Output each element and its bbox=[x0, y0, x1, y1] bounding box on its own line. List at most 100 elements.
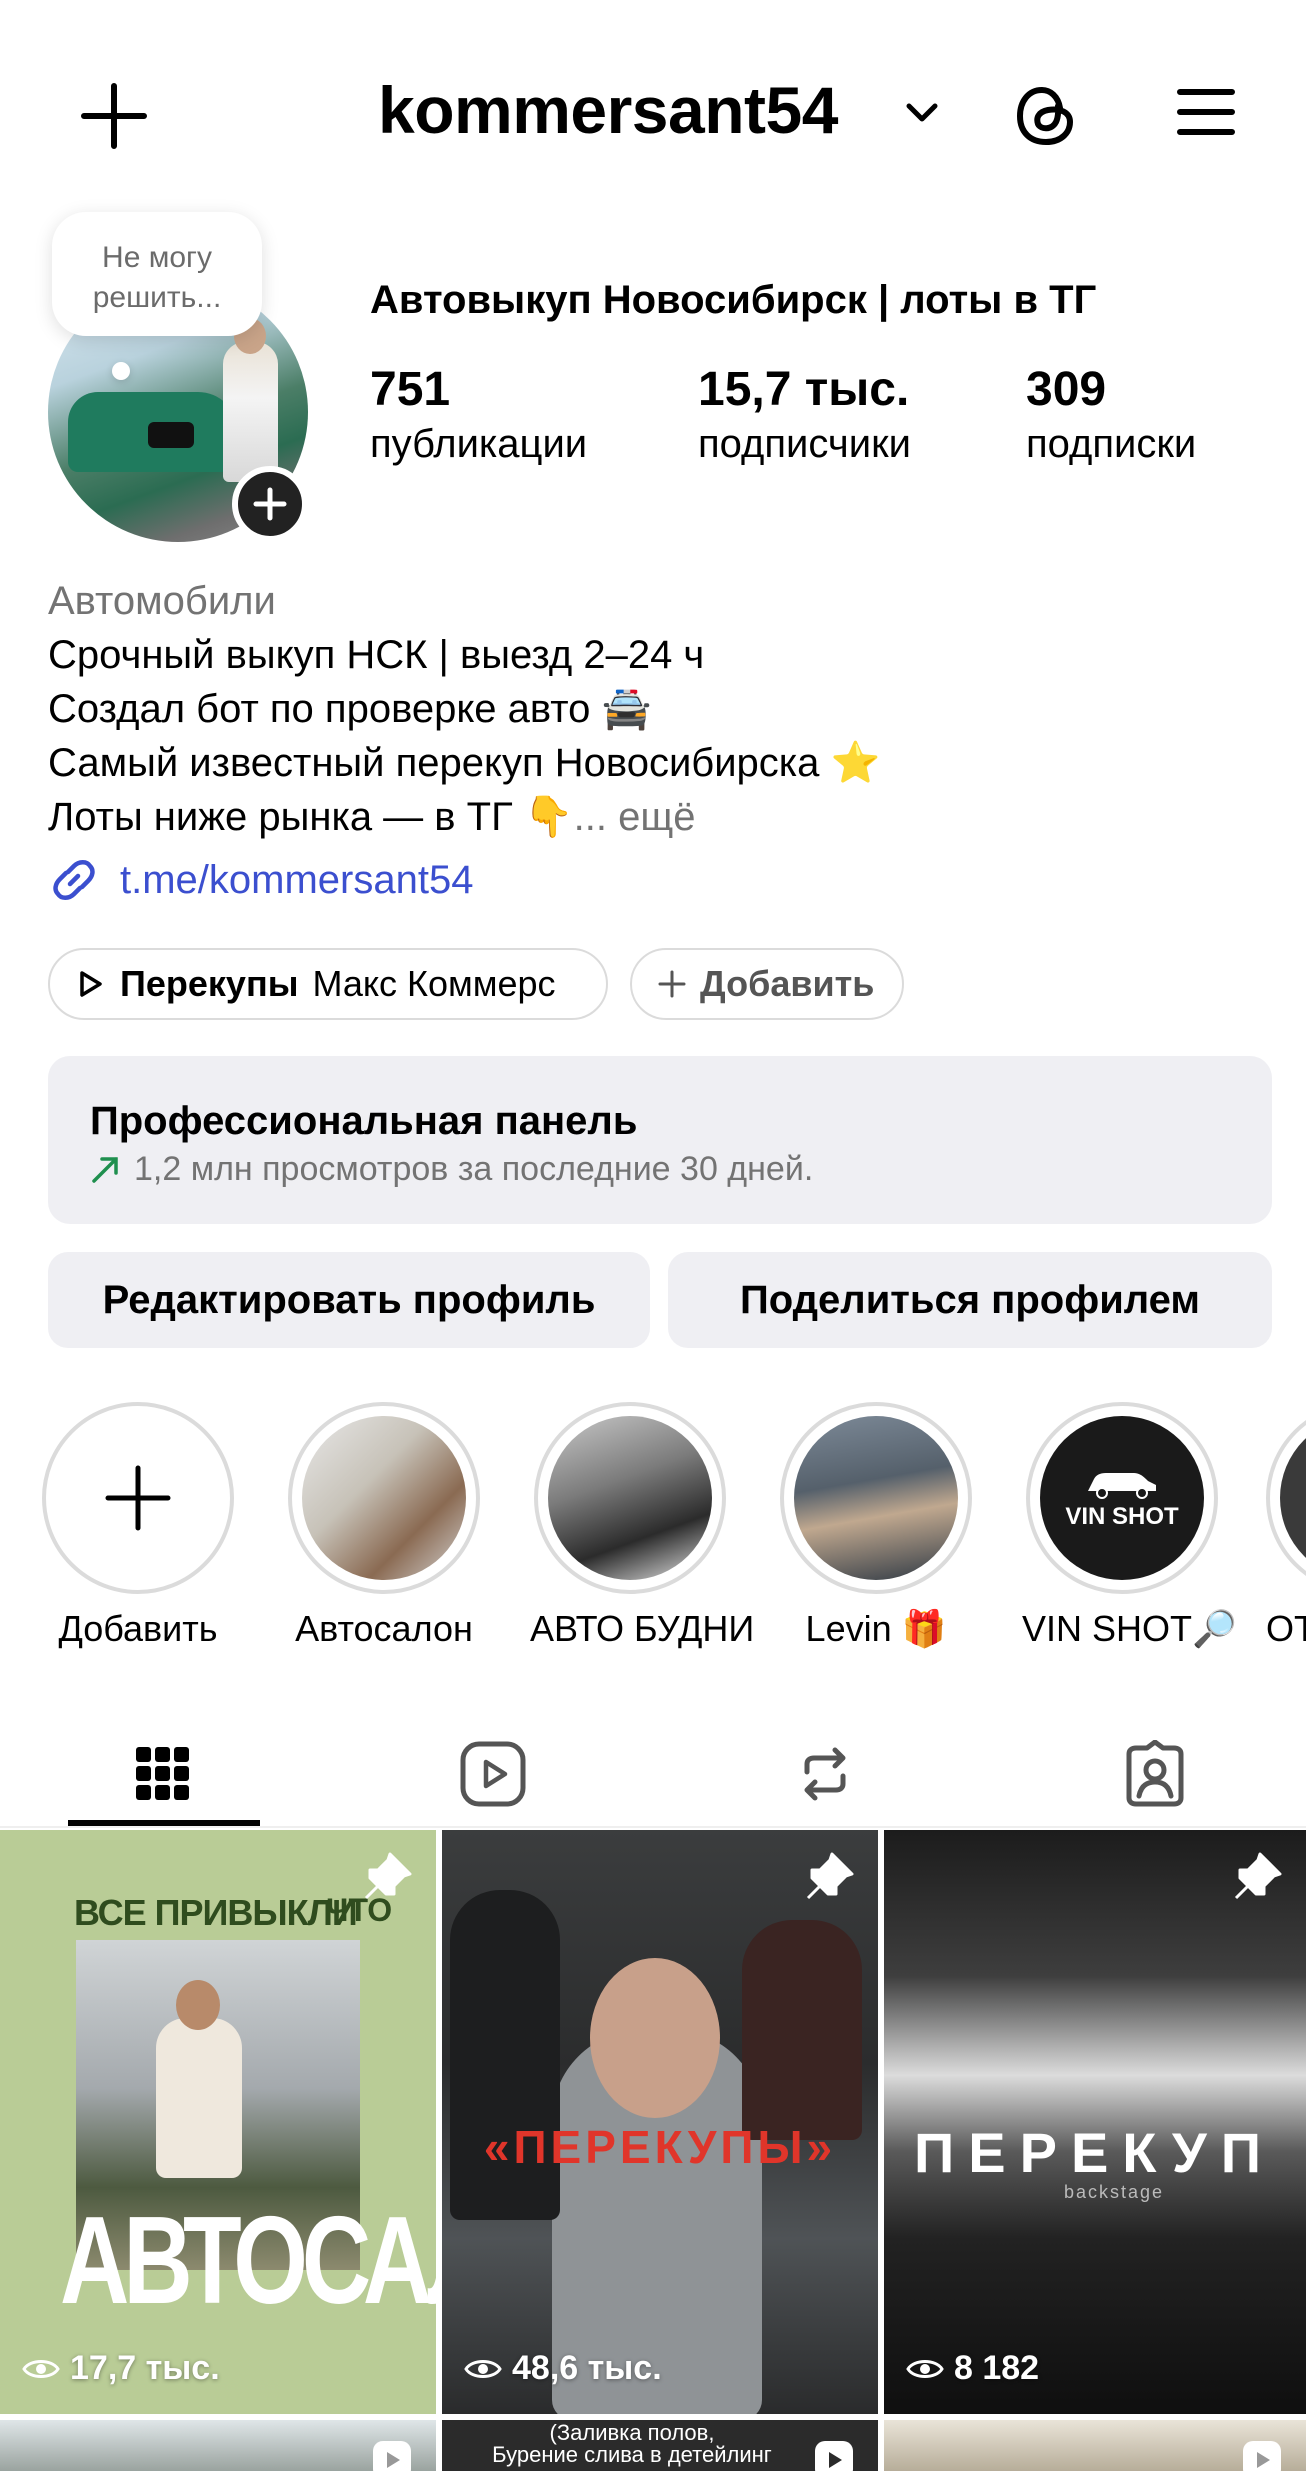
add-chip-button[interactable]: Добавить bbox=[630, 948, 904, 1020]
tab-grid[interactable] bbox=[68, 1720, 258, 1828]
stat-followers[interactable]: 15,7 тыс. подписчики bbox=[698, 362, 911, 470]
profile-tabs bbox=[0, 1720, 1306, 1828]
panel-subtitle: 1,2 млн просмотров за последние 30 дней. bbox=[90, 1150, 1272, 1189]
chevron-down-icon[interactable] bbox=[904, 98, 940, 128]
post-top-text: ВСЕ ПРИВЫКЛИ bbox=[74, 1892, 358, 1933]
trend-up-icon bbox=[92, 1156, 118, 1183]
threads-icon[interactable] bbox=[1008, 78, 1084, 154]
plus-icon[interactable] bbox=[78, 80, 150, 152]
bio-more-link[interactable]: ... ещё bbox=[574, 795, 696, 839]
highlight-levin[interactable]: Levin 🎁 bbox=[776, 1402, 976, 1650]
bio: Автомобили Срочный выкуп НСК | выезд 2–2… bbox=[48, 574, 880, 844]
highlight-label: Levin 🎁 bbox=[805, 1608, 947, 1649]
post-views: 17,7 тыс. bbox=[22, 2349, 220, 2388]
bio-line: Самый известный перекуп Новосибирска ⭐ bbox=[48, 741, 881, 785]
highlight-label: Автосалон bbox=[295, 1608, 473, 1649]
highlight-label: АВТО БУДНИ bbox=[530, 1608, 755, 1649]
bio-line: Лоты ниже рынка — в ТГ 👇 bbox=[48, 795, 574, 839]
music-chip[interactable]: Перекупы Макс Коммерс bbox=[48, 948, 608, 1020]
highlight-vin-shot[interactable]: VIN SHOT VIN SHOT🔎 bbox=[1022, 1402, 1237, 1650]
eye-icon bbox=[22, 2359, 60, 2378]
stat-value: 309 bbox=[1026, 363, 1107, 416]
bio-line: Создал бот по проверке авто 🚔 bbox=[48, 687, 652, 731]
highlight-partial[interactable]: ОТ bbox=[1266, 1402, 1306, 1650]
highlight-ring bbox=[534, 1402, 726, 1594]
link-icon bbox=[53, 860, 95, 900]
stat-label: подписки bbox=[1026, 422, 1197, 466]
plus-icon bbox=[105, 1465, 171, 1531]
post-tile[interactable]: ВСЕ ПРИВЫКЛИ ЧТО АВТОСАЛОН 17,7 тыс. bbox=[0, 1830, 436, 2414]
highlight-label: VIN SHOT🔎 bbox=[1022, 1608, 1237, 1649]
note-tail bbox=[112, 362, 130, 380]
pin-icon bbox=[1234, 1852, 1282, 1900]
post-caption: (Заливка полов, Бурение слива в детейлин… bbox=[492, 2420, 772, 2467]
highlight-autosalon[interactable]: Автосалон bbox=[284, 1402, 484, 1650]
post-tile[interactable]: «ПЕРЕКУПЫ» 48,6 тыс. bbox=[442, 1830, 878, 2414]
tab-active-indicator bbox=[68, 1820, 260, 1826]
highlight-ring bbox=[288, 1402, 480, 1594]
post-tile[interactable]: (Заливка полов, Бурение слива в детейлин… bbox=[442, 2420, 878, 2471]
note-bubble[interactable]: Не могу решить... bbox=[52, 212, 262, 336]
stat-label: подписчики bbox=[698, 422, 911, 466]
menu-icon[interactable] bbox=[1176, 84, 1236, 140]
tab-reposts[interactable] bbox=[730, 1720, 920, 1828]
reels-icon bbox=[815, 2441, 853, 2471]
music-title: Перекупы bbox=[120, 963, 299, 1004]
highlight-ring bbox=[42, 1402, 234, 1594]
highlight-auto-days[interactable]: АВТО БУДНИ bbox=[530, 1402, 755, 1650]
post-views: 48,6 тыс. bbox=[464, 2349, 662, 2388]
profile-full-name: Автовыкуп Новосибирск | лоты в ТГ bbox=[370, 278, 1097, 322]
pin-icon bbox=[364, 1852, 412, 1900]
post-big-text: ПЕРЕКУП bbox=[914, 2121, 1275, 2184]
tab-reels[interactable] bbox=[398, 1720, 588, 1828]
pin-icon bbox=[806, 1852, 854, 1900]
highlight-ring bbox=[780, 1402, 972, 1594]
eye-icon bbox=[464, 2359, 502, 2378]
post-small-text: backstage bbox=[1064, 2182, 1165, 2202]
post-tile[interactable] bbox=[884, 2420, 1306, 2471]
username-title[interactable]: kommersant54 bbox=[378, 72, 838, 148]
tab-tagged[interactable] bbox=[1060, 1720, 1250, 1828]
stat-following[interactable]: 309 подписки bbox=[1026, 362, 1196, 470]
tagged-icon bbox=[1126, 1740, 1184, 1807]
plus-icon bbox=[253, 487, 287, 521]
post-big-text: АВТОСАЛОН bbox=[60, 2191, 436, 2331]
highlight-label: ОТ bbox=[1266, 1608, 1306, 1649]
views-count: 17,7 тыс. bbox=[70, 2349, 220, 2387]
top-bar: kommersant54 bbox=[0, 0, 1306, 224]
views-count: 8 182 bbox=[954, 2349, 1040, 2387]
post-big-text: «ПЕРЕКУПЫ» bbox=[483, 2121, 837, 2173]
profile-link[interactable]: t.me/kommersant54 bbox=[48, 852, 473, 908]
views-count: 48,6 тыс. bbox=[512, 2349, 662, 2387]
music-artist: Макс Коммерс bbox=[312, 963, 556, 1004]
plus-icon bbox=[658, 970, 686, 998]
share-profile-button[interactable]: Поделиться профилем bbox=[668, 1252, 1272, 1348]
edit-profile-button[interactable]: Редактировать профиль bbox=[48, 1252, 650, 1348]
grid-icon bbox=[136, 1747, 189, 1800]
play-icon bbox=[80, 971, 102, 997]
reposts-icon bbox=[804, 1747, 846, 1801]
reels-icon bbox=[460, 1741, 526, 1807]
post-tile[interactable] bbox=[0, 2420, 436, 2471]
professional-dashboard[interactable]: Профессиональная панель 1,2 млн просмотр… bbox=[48, 1056, 1272, 1224]
post-tile[interactable]: ПЕРЕКУП backstage 8 182 bbox=[884, 1830, 1306, 2414]
profile-category: Автомобили bbox=[48, 579, 276, 623]
add-story-button[interactable] bbox=[232, 466, 308, 542]
highlight-cover-text: VIN SHOT bbox=[1065, 1503, 1179, 1530]
bio-line: Срочный выкуп НСК | выезд 2–24 ч bbox=[48, 633, 705, 677]
stat-value: 15,7 тыс. bbox=[698, 363, 910, 416]
panel-title: Профессиональная панель bbox=[90, 1099, 638, 1143]
stat-posts[interactable]: 751 публикации bbox=[370, 362, 587, 470]
highlight-label: Добавить bbox=[58, 1608, 218, 1649]
post-views: 8 182 bbox=[906, 2349, 1039, 2388]
highlight-ring: VIN SHOT bbox=[1026, 1402, 1218, 1594]
highlight-add[interactable]: Добавить bbox=[38, 1402, 238, 1650]
reels-icon bbox=[373, 2441, 411, 2471]
panel-subtitle-text: 1,2 млн просмотров за последние 30 дней. bbox=[134, 1150, 814, 1188]
stat-label: публикации bbox=[370, 422, 588, 466]
add-chip-label: Добавить bbox=[700, 963, 875, 1004]
profile-link-text: t.me/kommersant54 bbox=[120, 857, 474, 902]
stat-value: 751 bbox=[370, 363, 451, 416]
note-text: Не могу решить... bbox=[92, 241, 222, 314]
eye-icon bbox=[906, 2359, 944, 2378]
